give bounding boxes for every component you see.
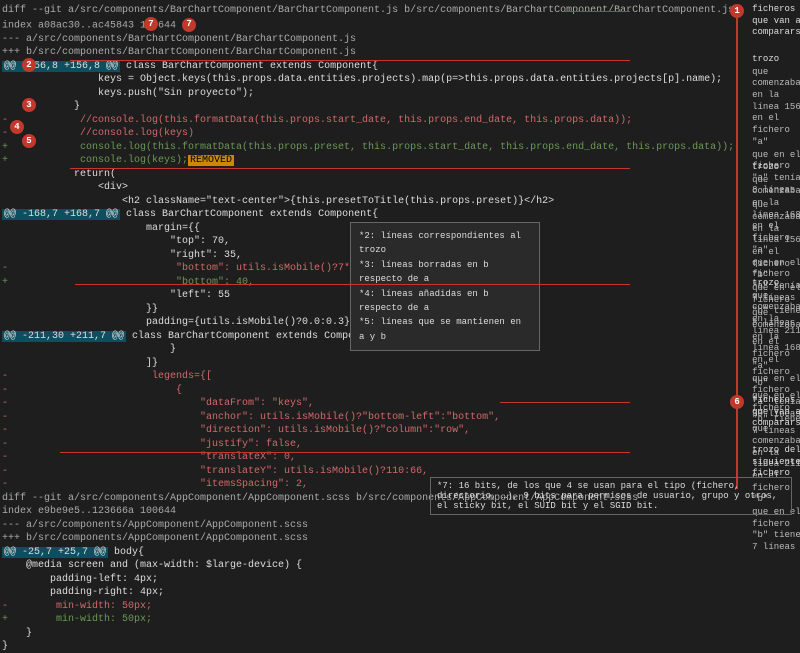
note-6: ficheros que van a compararse [752,395,800,431]
removed-line: - legends={[ [2,370,734,384]
code-line: keys.push("Sin proyecto"); [2,87,734,101]
code-line: padding-left: 4px; [2,573,734,587]
legend-row: *5: líneas que se mantienen en a y b [359,315,531,344]
badge-3: 3 [22,98,36,112]
added-line: + console.log(this.formatData(this.props… [2,141,734,155]
diff-minus-1: --- a/src/components/BarChartComponent/B… [2,33,734,47]
annotation-connector-line [736,8,738,489]
badge-4: 4 [10,120,24,134]
badge-6: 6 [730,395,744,409]
diff-plus-1: +++ b/src/components/BarChartComponent/B… [2,46,734,60]
removed-line: - "dataFrom": "keys", [2,397,734,411]
legend-row: *3: líneas borradas en b respecto de a [359,258,531,287]
badge-7-inline: 7 [182,18,196,32]
removed-line: - "justify": false, [2,438,734,452]
connector-hunk3 [75,284,630,285]
code-line: keys = Object.keys(this.props.data.entit… [2,73,734,87]
badge-1: 1 [730,4,744,18]
removed-line: - "anchor": utils.isMobile()?"bottom-lef… [2,411,734,425]
badge-2: 2 [22,58,36,72]
code-line: padding-right: 4px; [2,586,734,600]
code-line: return( [2,168,734,182]
removed-line: - { [2,384,734,398]
added-line: + console.log(keys);REMOVED [2,154,734,168]
code-line: } [2,100,734,114]
code-line: } [2,640,734,653]
hunk1-range: @@ -156,8 +156,8 @@ class BarChartCompon… [2,60,734,74]
removed-line: - "translateX": 0, [2,451,734,465]
legend-box: *2: líneas correspondientes al trozo *3:… [350,222,540,351]
code-line: <div> [2,181,734,195]
connector-hunk2 [70,168,630,169]
hunk4-range: @@ -25,7 +25,7 @@ body{ [2,546,734,560]
removed-line: - //console.log(this.formatData(this.pro… [2,114,734,128]
connector-hunk1 [70,60,630,61]
code-line: } [2,627,734,641]
removed-line: - "direction": utils.isMobile()?"column"… [2,424,734,438]
code-line: <h2 className="text-center">{this.preset… [2,195,734,209]
note-1: ficheros que van a compararse [752,4,800,40]
legend-row: *2: líneas correspondientes al trozo [359,229,531,258]
note-7: trozo del siguiente fichero [752,445,800,481]
diff-minus-2: --- a/src/components/AppComponent/AppCom… [2,519,734,533]
removed-line: - min-width: 50px; [2,600,734,614]
annotations-panel: 1 ficheros que van a compararse trozo qu… [736,0,800,519]
code-line: @media screen and (max-width: $large-dev… [2,559,734,573]
connector-1 [565,11,630,12]
connector-7 [60,452,630,453]
diff-index-1: index a08ac30..ac45843 100644 7 [2,18,734,33]
added-line: + min-width: 50px; [2,613,734,627]
diff-plus-2: +++ b/src/components/AppComponent/AppCom… [2,532,734,546]
legend-row: *4: líneas añadidas en b respecto de a [359,287,531,316]
badge-7: 7 [144,17,158,31]
removed-line: - //console.log(keys) [2,127,734,141]
footer-note: *7: 16 bits, de los que 4 se usan para e… [430,477,792,515]
code-line: ]} [2,357,734,371]
connector-6 [500,402,630,403]
hunk2-range: @@ -168,7 +168,7 @@ class BarChartCompon… [2,208,734,222]
badge-5: 5 [22,134,36,148]
